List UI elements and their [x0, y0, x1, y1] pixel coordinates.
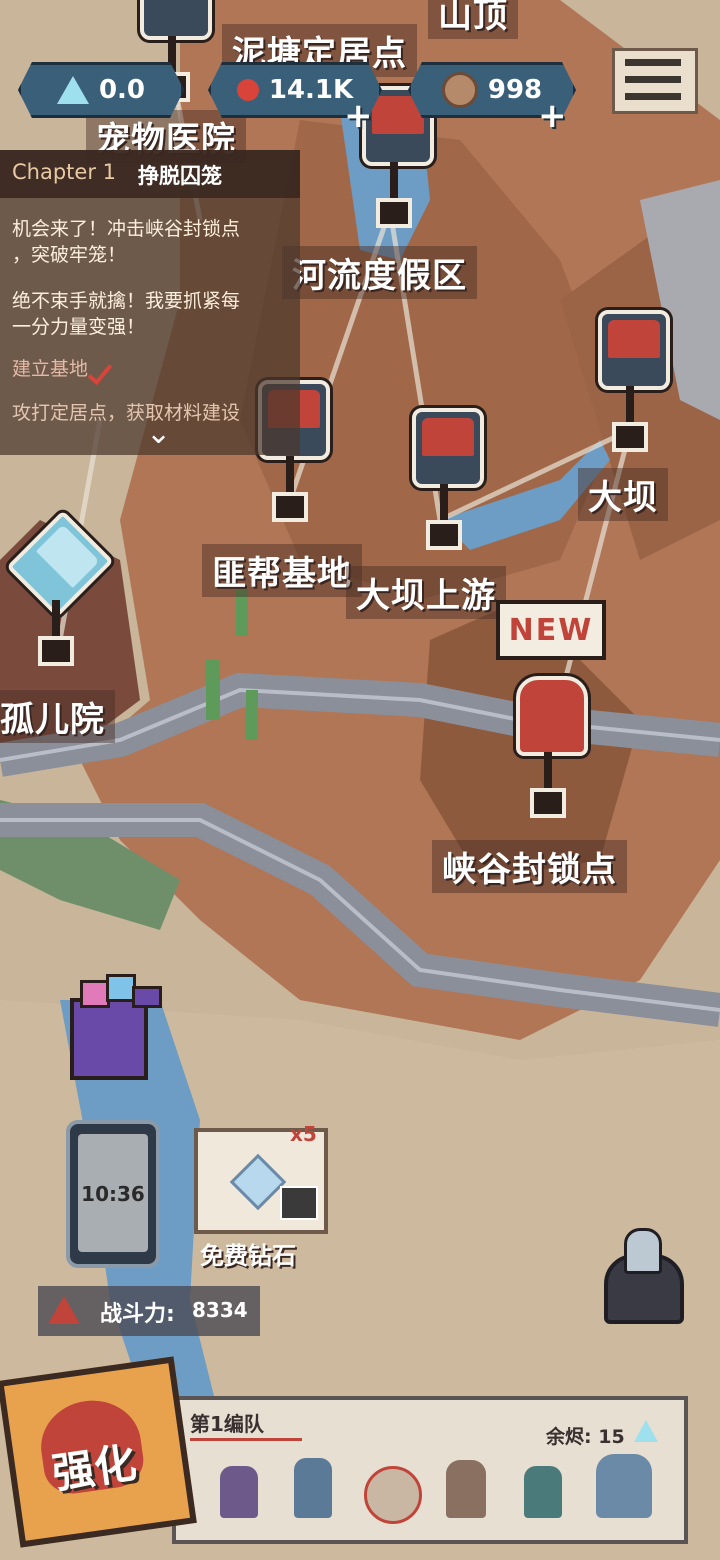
add-stat-c-button[interactable]: + — [538, 96, 567, 136]
triangle-crystal-icon — [57, 76, 89, 104]
team-member-4[interactable] — [446, 1460, 486, 1518]
upgrade-label: 强化 — [49, 1437, 140, 1499]
chapter-number: Chapter 1 — [12, 160, 116, 184]
ember-value: 15 — [598, 1426, 625, 1448]
quest-line: 一分力量变强！ — [12, 316, 146, 338]
location-label-river-resort[interactable]: 河流度假区 — [282, 246, 477, 299]
team-member-5[interactable] — [524, 1466, 562, 1518]
menu-button[interactable] — [612, 48, 698, 114]
add-stat-b-button[interactable]: + — [344, 96, 373, 136]
combat-power-label: 战斗力: — [100, 1302, 175, 1327]
location-label-bandit-base[interactable]: 匪帮基地 — [202, 544, 362, 597]
video-play-icon — [280, 1186, 318, 1220]
location-label-orphanage[interactable]: 孤儿院 — [0, 690, 115, 743]
gem-cluster-icon — [237, 79, 259, 101]
phone-time: 10:36 — [81, 1182, 145, 1206]
team-member-3[interactable] — [364, 1466, 422, 1524]
upgrade-button[interactable]: 强化 — [0, 1356, 197, 1548]
new-badge: NEW — [496, 600, 606, 660]
chapter-header: Chapter 1 挣脱囚笼 — [0, 150, 300, 198]
free-gems-multiplier: x5 — [290, 1122, 317, 1146]
team-name: 第1编队 — [190, 1412, 264, 1436]
monster-flag-icon[interactable] — [68, 972, 162, 1080]
quest-line: 绝不束手就擒！我要抓紧每 — [12, 290, 241, 312]
resource-stat-a[interactable]: 0.0 — [18, 62, 184, 118]
ember-label: 余烬: — [546, 1426, 592, 1448]
quest-task-done: 建立基地 — [12, 358, 89, 380]
chapter-name: 挣脱囚笼 — [138, 164, 222, 188]
pin-head — [140, 0, 212, 40]
ember-count: 余烬: 15 — [546, 1422, 625, 1449]
phone-button[interactable]: 10:36 — [66, 1120, 160, 1268]
new-badge-text: NEW — [508, 612, 594, 648]
diamond-icon — [229, 1153, 287, 1211]
team-panel[interactable]: 第1编队 余烬: 15 — [172, 1396, 688, 1544]
resource-stat-b-value: 14.1K — [268, 75, 354, 105]
resource-stat-c-value: 998 — [487, 75, 543, 105]
warning-icon — [48, 1296, 80, 1324]
coin-icon — [442, 72, 478, 108]
trophy-icon — [598, 310, 670, 390]
team-member-1[interactable] — [220, 1466, 258, 1518]
team-member-6[interactable] — [596, 1454, 652, 1518]
combat-power-bar: 战斗力: 8334 — [38, 1286, 260, 1336]
quest-line: 机会来了！冲击峡谷封锁点 — [12, 218, 241, 240]
location-label-top[interactable]: 山顶 — [428, 0, 518, 39]
location-label-dam-upstream[interactable]: 大坝上游 — [346, 566, 506, 619]
pin-head — [412, 408, 484, 488]
location-label-canyon[interactable]: 峡谷封锁点 — [432, 840, 627, 893]
quest-line: ，突破牢笼！ — [12, 244, 127, 266]
chapter-quest-panel[interactable]: Chapter 1 挣脱囚笼 机会来了！冲击峡谷封锁点 ，突破牢笼！ 绝不束手就… — [0, 150, 300, 455]
free-gems-label: 免费钻石 — [200, 1242, 296, 1270]
location-label-dam[interactable]: 大坝 — [578, 468, 668, 521]
team-member-2[interactable] — [294, 1458, 332, 1518]
base-shelter-button[interactable] — [594, 1224, 684, 1324]
combat-power-value: 8334 — [192, 1298, 248, 1322]
skull-icon — [516, 676, 588, 756]
resource-stat-a-value: 0.0 — [98, 75, 146, 105]
triangle-crystal-icon — [634, 1420, 658, 1442]
expand-chevron-icon[interactable]: ⌄ — [146, 416, 171, 451]
